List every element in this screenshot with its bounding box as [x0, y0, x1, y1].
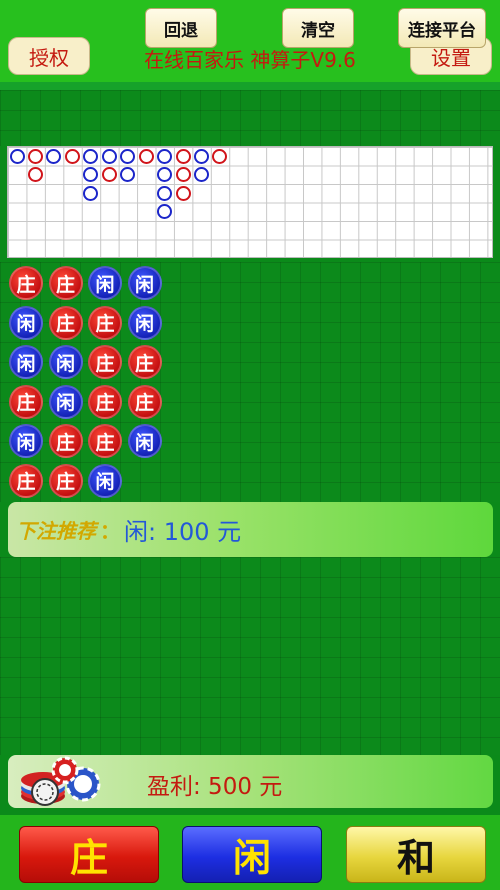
authorize-button[interactable]: 授权 — [8, 37, 90, 75]
bet-advice-bar: 下注推荐 ： 闲: 100 元 — [8, 502, 493, 557]
bead-chip: 闲 — [48, 384, 83, 419]
bead-chip: 庄 — [48, 305, 83, 340]
bead-chip: 闲 — [9, 424, 43, 458]
bet-advice-value: 闲: 100 元 — [124, 518, 242, 546]
bead-chip: 庄 — [127, 384, 162, 419]
big-road-mark — [157, 148, 173, 164]
bet-advice-colon: ： — [100, 519, 120, 543]
bet-banker-button[interactable]: 庄 — [19, 826, 159, 883]
big-road-mark — [9, 148, 25, 164]
big-road-mark — [138, 148, 154, 164]
bead-chip: 闲 — [88, 463, 122, 498]
toolbar — [0, 90, 500, 146]
profit-amount: 盈利: 500 元 — [147, 774, 283, 800]
big-road-mark — [46, 148, 62, 164]
bead-chip: 庄 — [9, 266, 43, 300]
bead-chip: 庄 — [88, 305, 122, 340]
bead-chip: 庄 — [48, 266, 83, 300]
big-road-mark — [157, 167, 173, 182]
bead-chip: 庄 — [9, 384, 43, 419]
big-road-mark — [175, 148, 191, 164]
casino-chips-icon — [21, 756, 101, 806]
big-road-grid — [7, 146, 493, 258]
big-road-mark — [83, 185, 99, 201]
bead-chip: 庄 — [127, 345, 162, 379]
big-road-mark — [101, 167, 117, 182]
big-road-mark — [120, 167, 136, 182]
bead-chip: 闲 — [127, 424, 162, 458]
big-road-mark — [83, 167, 99, 182]
big-road-mark — [27, 148, 43, 164]
bead-chip: 闲 — [9, 345, 43, 379]
undo-button[interactable]: 回退 — [145, 8, 217, 48]
bead-chip: 闲 — [9, 305, 43, 340]
bead-plate-grid: 庄庄闲闲闲庄庄闲闲闲庄庄庄闲庄庄闲庄庄闲庄庄闲 — [0, 262, 500, 502]
big-road-mark — [101, 148, 117, 164]
big-road-mark — [120, 148, 136, 164]
bead-chip: 庄 — [9, 463, 43, 498]
bead-chip: 庄 — [48, 463, 83, 498]
bet-advice-label: 下注推荐 — [16, 519, 96, 543]
bead-chip: 庄 — [88, 345, 122, 379]
connect-platform-button[interactable]: 连接平台 — [398, 8, 486, 48]
big-road-mark — [194, 167, 209, 182]
big-road-mark — [83, 148, 99, 164]
big-road-mark — [64, 148, 80, 164]
big-road-mark — [194, 148, 209, 164]
big-road-mark — [27, 167, 43, 182]
bead-chip: 闲 — [88, 266, 122, 300]
divider-strip — [0, 82, 500, 90]
bead-chip: 庄 — [48, 424, 83, 458]
bead-chip: 闲 — [48, 345, 83, 379]
bet-player-button[interactable]: 闲 — [182, 826, 322, 883]
app-title: 在线百家乐 神算子V9.6 — [144, 48, 356, 72]
bead-chip: 闲 — [127, 305, 162, 340]
big-road-mark — [212, 148, 228, 164]
empty-grid-area — [0, 557, 500, 755]
bet-tie-button[interactable]: 和 — [346, 826, 486, 883]
bead-chip: 庄 — [88, 384, 122, 419]
big-road-mark — [175, 185, 191, 201]
big-road-mark — [157, 185, 173, 201]
big-road-mark — [157, 204, 173, 219]
big-road-mark — [175, 167, 191, 182]
bead-chip: 闲 — [127, 266, 162, 300]
bead-chip: 庄 — [88, 424, 122, 458]
clear-button[interactable]: 清空 — [282, 8, 354, 48]
